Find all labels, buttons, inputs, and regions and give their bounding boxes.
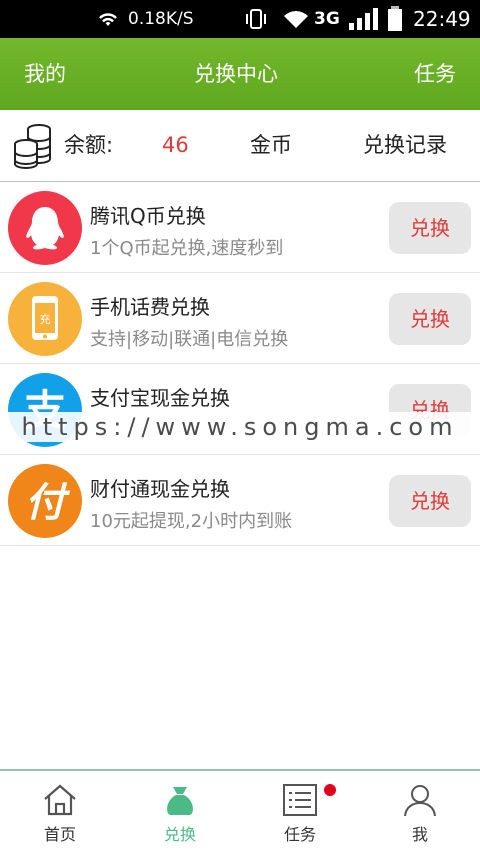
coins-icon [12,120,54,176]
list-item: 付 财付通现金兑换 10元起提现,2小时内到账 兑换 [0,455,480,546]
item-title: 支付宝现金兑换 [90,386,230,410]
battery-icon [387,0,403,38]
nav-label: 兑换 [163,825,196,844]
svg-text:付: 付 [25,480,71,526]
balance-unit: 金币 [250,133,292,157]
my-button[interactable]: 我的 [24,38,66,110]
nav-label: 首页 [43,825,76,844]
nav-home[interactable]: 首页 [0,771,120,856]
item-subtitle: 10元起提现,2小时内到账 [90,511,293,532]
balance-value: 46 [162,133,189,157]
bottom-nav: 首页 兑换 任务 我 [0,769,480,856]
item-title: 腾讯Q币兑换 [90,204,206,228]
nav-me[interactable]: 我 [360,771,480,856]
signal-icon [348,0,380,38]
list-item: 充 手机话费兑换 支持|移动|联通|电信兑换 兑换 [0,273,480,364]
nav-label: 我 [411,825,428,844]
balance-label: 余额: [64,133,114,157]
notification-dot [324,784,336,796]
page-title: 兑换中心 [194,62,278,86]
wifi-icon [96,0,120,38]
watermark: https://www.songma.com [0,412,480,442]
task-button[interactable]: 任务 [414,38,456,110]
money-bag-icon [167,787,193,815]
exchange-button[interactable]: 兑换 [389,293,471,345]
list-item: 腾讯Q币兑换 1个Q币起兑换,速度秒到 兑换 [0,182,480,273]
exchange-button[interactable]: 兑换 [389,202,471,254]
tenpay-icon: 付 [8,464,82,538]
home-icon [44,784,76,816]
nav-label: 任务 [283,825,316,844]
exchange-button[interactable]: 兑换 [389,475,471,527]
nav-tasks[interactable]: 任务 [240,771,360,856]
network-type: 3G [314,9,340,29]
wifi-signal-icon [282,0,310,38]
item-title: 财付通现金兑换 [90,477,230,501]
item-title: 手机话费兑换 [90,295,210,319]
app-header: 我的 兑换中心 任务 [0,38,480,110]
status-bar: 0.18K/S 3G 22:49 [0,0,480,38]
nav-exchange[interactable]: 兑换 [120,771,240,856]
net-speed: 0.18K/S [128,9,194,29]
exchange-records-link[interactable]: 兑换记录 [363,110,447,181]
qq-penguin-icon [8,191,82,265]
item-subtitle: 支持|移动|联通|电信兑换 [90,329,289,350]
vibrate-icon [243,0,269,38]
svg-text:充: 充 [40,312,51,326]
clock: 22:49 [413,7,471,31]
user-icon [404,785,436,817]
phone-recharge-icon: 充 [8,282,82,356]
list-icon [283,784,317,816]
item-subtitle: 1个Q币起兑换,速度秒到 [90,238,284,259]
balance-bar: 余额: 46 金币 兑换记录 [0,110,480,182]
